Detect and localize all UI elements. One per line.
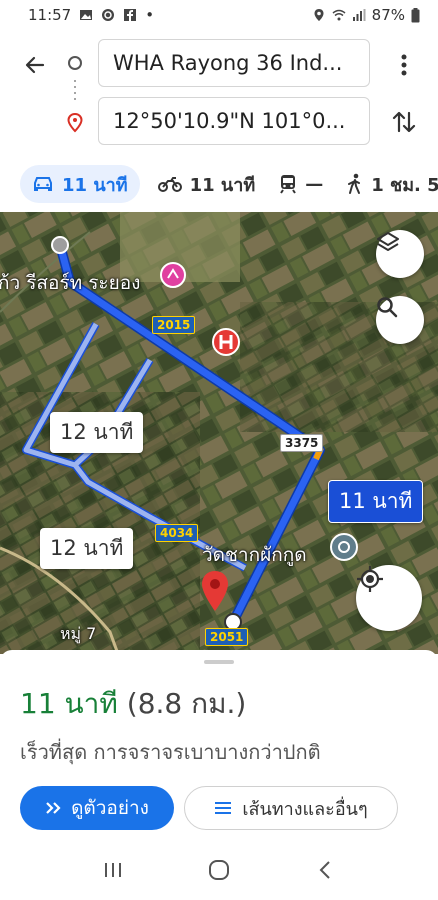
my-location-button[interactable] — [356, 565, 422, 631]
maps-app-screen: 11:57 • 87% WHA Rayong 36 Ind... 12°50'1… — [0, 0, 438, 900]
recent-apps-icon — [105, 863, 121, 877]
system-back-button[interactable] — [305, 850, 345, 890]
primary-route-time-bubble[interactable]: 11 นาที — [328, 480, 424, 523]
my-location-icon — [357, 566, 383, 592]
home-circle-icon — [209, 860, 229, 880]
search-map-button[interactable] — [376, 296, 424, 344]
temple-label: วัดชากผักกูด — [202, 544, 307, 566]
walk-icon — [348, 173, 361, 194]
route-bottom-sheet[interactable]: 11 นาที (8.8 กม.) เร็วที่สุด การจราจรเบา… — [0, 650, 438, 840]
tab-walking[interactable]: 1 ชม. 5 — [335, 165, 438, 203]
tab-transit-label: — — [305, 173, 324, 195]
destination-pin-icon — [67, 113, 83, 133]
road-shield-2015: 2015 — [152, 316, 196, 334]
home-button[interactable] — [199, 850, 239, 890]
alt-route-time-bubble-1[interactable]: 12 นาที — [50, 412, 144, 453]
facebook-icon — [124, 9, 137, 21]
village-label: หมู่ 7 — [60, 624, 97, 643]
battery-icon — [411, 7, 420, 22]
status-time: 11:57 — [28, 6, 72, 24]
steps-label: เส้นทางและอื่นๆ — [242, 798, 368, 820]
destination-input[interactable]: 12°50'10.9"N 101°0... — [98, 97, 370, 145]
tab-driving-label: 11 นาที — [62, 174, 128, 196]
origin-text: WHA Rayong 36 Ind... — [113, 51, 343, 75]
route-duration: 11 นาที — [20, 687, 118, 720]
travel-mode-tabs: 11 นาที 11 นาที — 1 ชม. 5 — [0, 156, 438, 212]
route-description: เร็วที่สุด การจราจรเบาบางกว่าปกติ — [20, 740, 321, 764]
alt-route-time-bubble-2[interactable]: 12 นาที — [40, 528, 134, 569]
tab-motorcycle[interactable]: 11 นาที — [146, 165, 268, 203]
battery-percent: 87% — [371, 6, 405, 24]
chevron-left-icon — [319, 861, 330, 879]
motorcycle-icon — [157, 177, 182, 192]
swap-vert-icon — [392, 111, 416, 133]
list-icon — [215, 802, 232, 814]
search-icon — [377, 297, 398, 318]
arrow-left-icon — [25, 56, 45, 74]
double-chevron-right-icon — [46, 802, 61, 814]
swap-button[interactable] — [388, 106, 420, 138]
preview-label: ดูตัวอย่าง — [71, 797, 149, 819]
route-start-marker — [51, 236, 69, 254]
route-connector-dots — [74, 80, 76, 102]
status-left: 11:57 • — [28, 6, 154, 24]
layers-icon — [377, 232, 399, 251]
status-bar: 11:57 • 87% — [0, 0, 438, 30]
road-shield-3375: 3375 — [280, 434, 324, 452]
directions-header: WHA Rayong 36 Ind... 12°50'10.9"N 101°0.… — [0, 30, 438, 156]
recent-apps-button[interactable] — [93, 850, 133, 890]
status-dot: • — [145, 6, 155, 24]
map-view[interactable]: ก้ว รีสอร์ท ระยอง วัดชากผักกูด หมู่ 7 20… — [0, 212, 438, 654]
back-button[interactable] — [20, 50, 50, 80]
tab-driving[interactable]: 11 นาที — [20, 165, 140, 203]
sheet-drag-handle[interactable] — [204, 660, 234, 664]
system-navigation-bar — [0, 840, 438, 900]
tab-motorcycle-label: 11 นาที — [189, 174, 256, 196]
route-distance: (8.8 กม.) — [126, 687, 247, 720]
origin-input[interactable]: WHA Rayong 36 Ind... — [98, 39, 370, 87]
signal-icon — [352, 9, 366, 21]
destination-text: 12°50'10.9"N 101°0... — [113, 109, 346, 133]
resort-label: ก้ว รีสอร์ท ระยอง — [0, 272, 141, 294]
road-shield-2051: 2051 — [205, 628, 249, 646]
more-options-button[interactable] — [390, 50, 418, 80]
layers-button[interactable] — [376, 230, 424, 278]
location-icon — [314, 9, 324, 21]
wifi-icon — [332, 9, 346, 21]
route-summary: 11 นาที (8.8 กม.) — [20, 682, 246, 726]
gallery-icon — [80, 10, 93, 20]
transit-icon — [280, 175, 297, 194]
car-icon — [34, 177, 52, 191]
tab-transit[interactable]: — — [267, 165, 335, 203]
steps-more-button[interactable]: เส้นทางและอื่นๆ — [184, 786, 398, 830]
more-vert-icon — [401, 54, 407, 76]
sync-icon — [102, 9, 115, 21]
preview-button[interactable]: ดูตัวอย่าง — [20, 786, 174, 830]
status-right: 87% — [312, 6, 420, 24]
origin-dot-icon — [68, 56, 82, 70]
tab-walking-label: 1 ชม. 5 — [371, 174, 438, 196]
road-shield-4034: 4034 — [155, 524, 199, 542]
